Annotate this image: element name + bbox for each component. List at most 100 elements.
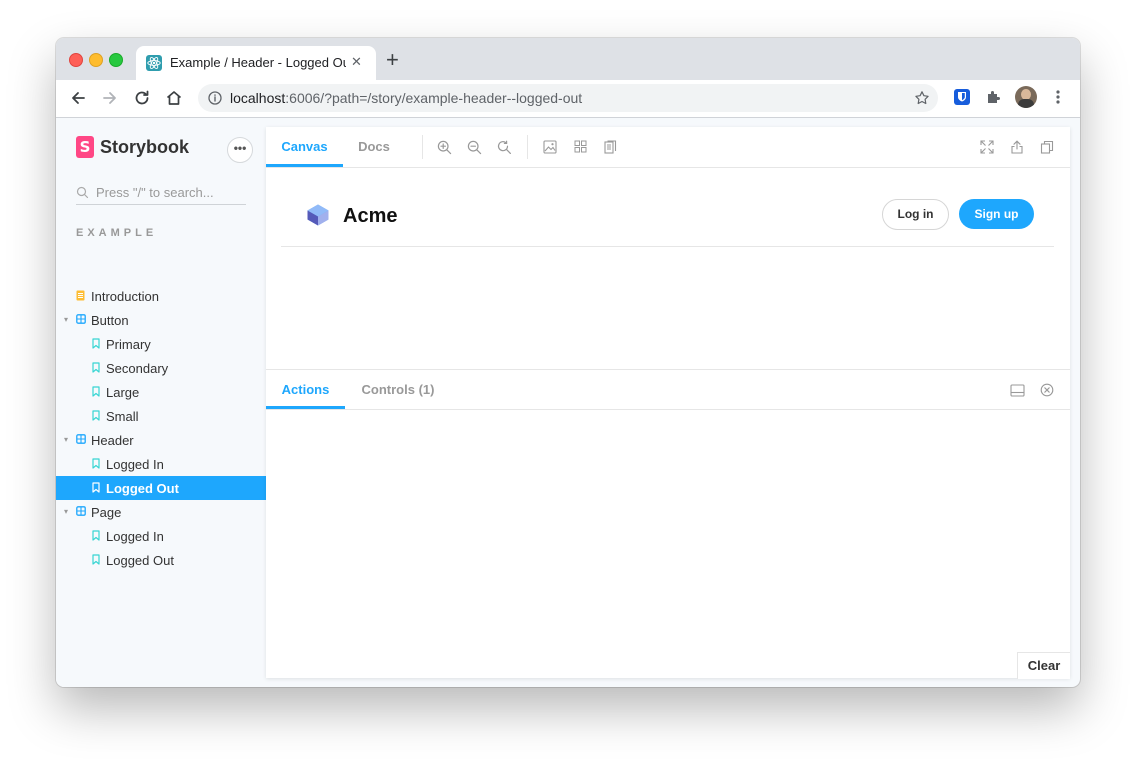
acme-brand-title: Acme <box>343 205 398 227</box>
tree-item-label: Small <box>106 409 139 424</box>
preview-panel: Canvas Docs Acme Log in Sign up Actions … <box>266 127 1070 679</box>
browser-tab[interactable]: Example / Header - Logged Out ✕ <box>136 46 376 80</box>
browser-toolbar: localhost:6006/?path=/story/example-head… <box>56 80 1080 118</box>
tab-strip: Example / Header - Logged Out ✕ + <box>56 38 1080 80</box>
tree-item-label: Large <box>106 385 140 400</box>
bookmark-icon <box>92 482 100 493</box>
profile-avatar[interactable] <box>1015 86 1037 108</box>
chevron-down-icon[interactable]: ▾ <box>64 315 68 324</box>
story-canvas: Acme Log in Sign up <box>266 168 1070 369</box>
home-icon[interactable] <box>164 88 184 108</box>
tree-item-label: Primary <box>106 337 151 352</box>
document-icon <box>76 290 85 301</box>
log-in-button[interactable]: Log in <box>882 199 949 230</box>
bookmark-icon <box>92 338 100 349</box>
tab-title: Example / Header - Logged Out <box>170 55 346 70</box>
address-bar[interactable]: localhost:6006/?path=/story/example-head… <box>198 84 938 112</box>
grid-icon[interactable] <box>574 140 587 153</box>
tree-item-label: Logged In <box>106 529 164 544</box>
more-vertical-icon[interactable] <box>1050 88 1066 106</box>
url-path: :6006/?path=/story/example-header--logge… <box>285 90 583 106</box>
storybook-logo-letter: S <box>79 138 91 156</box>
tab-canvas[interactable]: Canvas <box>266 127 343 167</box>
tree-item-label: Logged Out <box>106 481 179 496</box>
component-icon <box>76 506 86 516</box>
background-image-icon[interactable] <box>543 140 557 154</box>
tree-item-label: Introduction <box>91 289 159 304</box>
bookmark-star-icon[interactable] <box>914 90 930 106</box>
sidebar-search <box>76 182 246 205</box>
zoom-reset-icon[interactable] <box>497 140 512 155</box>
copy-link-icon[interactable] <box>1040 140 1054 154</box>
section-heading-example: EXAMPLE <box>76 227 158 239</box>
tree-item-button[interactable]: ▾ Button <box>56 308 266 332</box>
tree-item-label: Page <box>91 505 122 520</box>
tree-item-secondary[interactable]: Secondary <box>56 356 266 380</box>
tab-docs[interactable]: Docs <box>343 127 405 164</box>
toolbar-divider <box>527 135 528 159</box>
tree-item-page-logged-out[interactable]: Logged Out <box>56 548 266 572</box>
storybook-toolbar: Canvas Docs <box>266 127 1070 168</box>
search-icon <box>76 186 89 199</box>
tree-item-header-logged-in[interactable]: Logged In <box>56 452 266 476</box>
close-window-button[interactable] <box>69 53 83 67</box>
zoom-in-icon[interactable] <box>437 140 452 155</box>
component-icon <box>76 434 86 444</box>
forward-arrow-icon[interactable] <box>100 88 120 108</box>
minimize-window-button[interactable] <box>89 53 103 67</box>
addons-tab-bar: Actions Controls (1) <box>266 370 1070 410</box>
component-icon <box>76 314 86 324</box>
sign-up-button[interactable]: Sign up <box>959 199 1034 229</box>
bookmark-icon <box>92 362 100 373</box>
bitwarden-extension-icon[interactable] <box>953 88 971 106</box>
storybook-sidebar: S Storybook ••• EXAMPLE Introduction <box>56 118 266 687</box>
tree-item-introduction[interactable]: Introduction <box>56 284 266 308</box>
tab-close-icon[interactable]: ✕ <box>351 54 362 70</box>
fullscreen-icon[interactable] <box>980 140 994 154</box>
tree-item-large[interactable]: Large <box>56 380 266 404</box>
url-text: localhost:6006/?path=/story/example-head… <box>230 90 582 106</box>
acme-logo-icon <box>307 204 329 226</box>
tree-item-page-logged-in[interactable]: Logged In <box>56 524 266 548</box>
url-host: localhost <box>230 90 286 106</box>
tree-item-page[interactable]: ▾ Page <box>56 500 266 524</box>
tab-actions[interactable]: Actions <box>266 370 345 409</box>
browser-window: Example / Header - Logged Out ✕ + localh… <box>56 38 1080 687</box>
share-icon[interactable] <box>1010 140 1024 154</box>
chevron-down-icon[interactable]: ▾ <box>64 507 68 516</box>
zoom-window-button[interactable] <box>109 53 123 67</box>
viewport-icon[interactable] <box>604 140 617 154</box>
acme-header: Acme Log in Sign up <box>281 168 1054 247</box>
bookmark-icon <box>92 410 100 421</box>
bookmark-icon <box>92 386 100 397</box>
tree-item-header-logged-out[interactable]: Logged Out <box>56 476 266 500</box>
chevron-down-icon[interactable]: ▾ <box>64 435 68 444</box>
info-icon[interactable] <box>208 91 222 105</box>
tree-item-label: Logged In <box>106 457 164 472</box>
tree-item-primary[interactable]: Primary <box>56 332 266 356</box>
close-panel-icon[interactable] <box>1040 383 1054 397</box>
tree-item-header[interactable]: ▾ Header <box>56 428 266 452</box>
tree-item-small[interactable]: Small <box>56 404 266 428</box>
tree-item-label: Secondary <box>106 361 169 376</box>
reload-icon[interactable] <box>132 88 152 108</box>
react-favicon-icon <box>146 55 162 71</box>
toolbar-divider <box>422 135 423 159</box>
new-tab-button[interactable]: + <box>386 49 399 71</box>
tree-item-label: Header <box>91 433 134 448</box>
zoom-out-icon[interactable] <box>467 140 482 155</box>
back-arrow-icon[interactable] <box>68 88 88 108</box>
tree-item-label: Button <box>91 313 129 328</box>
storybook-brand[interactable]: Storybook <box>100 137 189 158</box>
tab-controls[interactable]: Controls (1) <box>345 370 451 406</box>
bookmark-icon <box>92 530 100 541</box>
bookmark-icon <box>92 554 100 565</box>
extensions-puzzle-icon[interactable] <box>985 88 1003 106</box>
clear-actions-button[interactable]: Clear <box>1017 652 1070 679</box>
addons-panel: Actions Controls (1) Clear <box>266 369 1070 679</box>
search-input[interactable] <box>96 182 244 202</box>
tree-item-label: Logged Out <box>106 553 174 568</box>
storybook-logo-icon[interactable]: S <box>76 136 94 158</box>
sidebar-menu-button[interactable]: ••• <box>227 137 253 163</box>
panel-position-icon[interactable] <box>1010 384 1025 397</box>
